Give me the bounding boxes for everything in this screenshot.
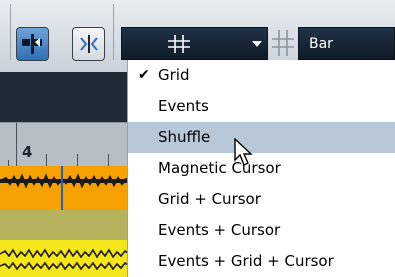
audio-event[interactable]	[0, 240, 130, 277]
magnetic-split-icon	[79, 35, 98, 53]
quantize-grid-icon	[272, 30, 294, 56]
chevron-down-icon	[252, 41, 262, 47]
snap-type-button[interactable]	[72, 27, 105, 61]
menu-item-label: Magnetic Cursor	[158, 159, 281, 177]
ruler-tick	[16, 123, 17, 166]
menu-item-events-cursor[interactable]: Events + Cursor	[128, 215, 395, 246]
menu-item-events[interactable]: Events	[128, 91, 395, 122]
menu-item-label: Grid	[158, 66, 190, 84]
menu-item-label: Shuffle	[158, 128, 211, 146]
track-lane	[0, 210, 130, 240]
ruler[interactable]: 4	[0, 122, 130, 166]
menu-item-label: Events + Cursor	[158, 221, 281, 239]
toolbar-separator	[113, 4, 114, 60]
audio-waveform	[0, 173, 130, 189]
ruler-bar-number: 4	[22, 143, 33, 161]
menu-item-magnetic-cursor[interactable]: Magnetic Cursor	[128, 153, 395, 184]
menu-item-grid[interactable]: ✔ Grid	[128, 60, 395, 91]
snap-on-off-button[interactable]	[16, 27, 49, 61]
toolbar-separator	[10, 4, 11, 60]
grid-icon	[168, 35, 190, 53]
menu-item-shuffle[interactable]: Shuffle	[128, 122, 395, 153]
quantize-value: Bar	[309, 36, 333, 52]
ruler-tick	[108, 154, 109, 166]
menu-item-label: Events	[158, 97, 209, 115]
snap-type-selector[interactable]	[121, 27, 268, 60]
ruler-tick	[77, 154, 78, 166]
ruler-tick	[46, 154, 47, 166]
snap-type-menu: ✔ Grid Events Shuffle Magnetic Cursor Gr…	[127, 60, 395, 277]
application-window: Bar 4 ✔ Grid Events Shuffle Magnetic Cur…	[0, 0, 395, 277]
mouse-pointer-icon	[234, 138, 253, 166]
checkmark-icon: ✔	[138, 67, 150, 83]
event-cursor-line	[61, 166, 63, 210]
audio-waveform	[0, 248, 130, 271]
audio-event[interactable]	[0, 166, 130, 210]
menu-item-events-grid-cursor[interactable]: Events + Grid + Cursor	[128, 246, 395, 277]
menu-item-grid-cursor[interactable]: Grid + Cursor	[128, 184, 395, 215]
grid-quantize-selector[interactable]: Bar	[298, 27, 395, 60]
menu-item-label: Grid + Cursor	[158, 190, 261, 208]
snap-to-grid-icon	[21, 34, 42, 54]
menu-item-label: Events + Grid + Cursor	[158, 252, 334, 270]
